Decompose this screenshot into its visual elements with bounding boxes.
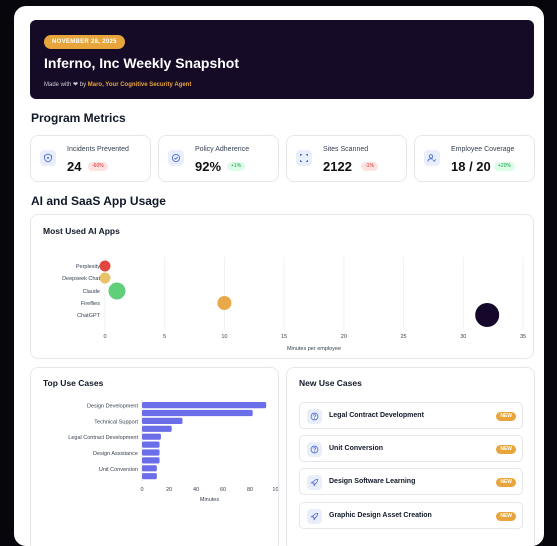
x-axis-label: Minutes — [200, 497, 220, 503]
y-tick-label: Perplexity — [76, 264, 100, 270]
metric-label: Employee Coverage — [451, 146, 515, 153]
y-tick-label: Deepseek Chat — [62, 276, 100, 282]
top-use-cases-chart: Design Development Technical Support Legal… — [68, 400, 278, 503]
x-tick-label: 100 — [272, 487, 278, 493]
x-tick-label: 0 — [140, 487, 143, 493]
x-tick-label: 20 — [166, 487, 172, 493]
date-badge: NOVEMBER 28, 2025 — [44, 35, 125, 49]
made-with-line: Made with ❤ by Maro, Your Cognitive Secu… — [44, 81, 191, 88]
agent-name: Maro, Your Cognitive Security Agent — [87, 82, 192, 88]
new-use-cases-card: New Use Cases Legal Contract Development… — [286, 367, 535, 546]
most-used-ai-apps-title: Most Used AI Apps — [43, 226, 120, 236]
bar — [142, 457, 160, 464]
x-tick-label: 5 — [163, 334, 166, 340]
by-text: by — [79, 82, 87, 88]
scatter-point — [99, 260, 111, 272]
y-tick-label: Legal Contract Development — [68, 435, 138, 441]
scatter-point — [475, 303, 500, 327]
scatter-point — [99, 272, 111, 284]
y-tick-label: Technical Support — [94, 419, 138, 425]
bar — [142, 402, 267, 409]
user-check-icon — [424, 150, 440, 166]
y-tick-label: Fireflies — [81, 301, 101, 307]
check-circle-icon — [168, 150, 184, 166]
x-tick-label: 25 — [401, 334, 407, 340]
x-tick-label: 10 — [221, 334, 227, 340]
bar — [142, 473, 157, 480]
program-metrics-title: Program Metrics — [31, 111, 126, 125]
made-with-prefix: Made with — [44, 82, 72, 88]
metric-value: 92% — [195, 159, 222, 174]
x-tick-label: 40 — [193, 487, 199, 493]
report-header: NOVEMBER 28, 2025 Inferno, Inc Weekly Sn… — [30, 20, 534, 99]
most-used-ai-apps-card: Most Used AI Apps 0 5 10 15 20 25 30 35 Perplexi… — [30, 214, 534, 359]
question-icon — [307, 409, 322, 424]
new-badge: NEW — [496, 512, 516, 521]
y-tick-label: ChatGPT — [77, 313, 101, 319]
metric-label: Sites Scanned — [323, 146, 369, 153]
x-tick-label: 20 — [341, 334, 347, 340]
new-use-case-label: Legal Contract Development — [329, 412, 424, 419]
top-use-cases-card: Top Use Cases Design Development Technica… — [30, 367, 279, 546]
y-tick-label: Unit Conversion — [99, 467, 138, 473]
x-tick-label: 60 — [220, 487, 226, 493]
x-tick-label: 15 — [281, 334, 287, 340]
bar — [142, 465, 157, 472]
new-badge: NEW — [496, 445, 516, 454]
report-page: NOVEMBER 28, 2025 Inferno, Inc Weekly Sn… — [14, 6, 544, 546]
rocket-icon — [307, 509, 322, 524]
metric-card-incidents: Incidents Prevented 24 -60% — [30, 135, 151, 182]
new-badge: NEW — [496, 412, 516, 421]
new-use-case-item[interactable]: Design Software Learning NEW — [299, 468, 523, 495]
metric-card-sites: Sites Scanned 2122 -1% — [286, 135, 407, 182]
scan-frame-icon — [296, 150, 312, 166]
top-use-cases-title: Top Use Cases — [43, 378, 104, 388]
rocket-icon — [307, 475, 322, 490]
metric-card-policy: Policy Adherence 92% +1% — [158, 135, 279, 182]
x-tick-label: 35 — [520, 334, 526, 340]
y-tick-label: Design Assistance — [93, 451, 138, 457]
new-use-cases-title: New Use Cases — [299, 378, 362, 388]
metric-change-badge: -60% — [88, 162, 108, 171]
new-use-case-item[interactable]: Legal Contract Development NEW — [299, 402, 523, 429]
new-badge: NEW — [496, 478, 516, 487]
metric-change-badge: +1% — [227, 162, 246, 171]
new-use-case-label: Graphic Design Asset Creation — [329, 512, 432, 519]
new-use-case-item[interactable]: Unit Conversion NEW — [299, 435, 523, 462]
bar — [142, 449, 160, 456]
bar — [142, 441, 160, 448]
x-tick-label: 80 — [247, 487, 253, 493]
new-use-case-label: Design Software Learning — [329, 478, 416, 485]
most-used-ai-apps-chart: 0 5 10 15 20 25 30 35 Perplexity Deepseek Chat Cla… — [62, 257, 526, 352]
metric-change-badge: +20% — [494, 162, 515, 171]
x-tick-label: 30 — [460, 334, 466, 340]
metric-value: 24 — [67, 159, 82, 174]
ai-saas-usage-title: AI and SaaS App Usage — [31, 194, 166, 208]
x-axis-label: Minutes per employee — [287, 346, 341, 352]
bar — [142, 417, 183, 424]
metric-value: 2122 — [323, 159, 352, 174]
new-use-case-item[interactable]: Graphic Design Asset Creation NEW — [299, 502, 523, 529]
scatter-point — [217, 296, 232, 310]
report-title: Inferno, Inc Weekly Snapshot — [44, 55, 240, 71]
question-icon — [307, 442, 322, 457]
metric-change-badge: -1% — [361, 162, 378, 171]
bar — [142, 425, 172, 432]
bar — [142, 433, 161, 440]
scatter-point — [108, 282, 126, 300]
new-use-case-label: Unit Conversion — [329, 445, 384, 452]
bar — [142, 409, 253, 417]
metric-value: 18 / 20 — [451, 159, 491, 174]
x-tick-label: 0 — [103, 334, 106, 340]
metric-label: Policy Adherence — [195, 146, 250, 153]
y-tick-label: Design Development — [87, 404, 139, 410]
shield-icon — [40, 150, 56, 166]
heart-icon: ❤ — [73, 82, 79, 88]
y-tick-label: Claude — [83, 289, 100, 295]
metric-card-coverage: Employee Coverage 18 / 20 +20% — [414, 135, 535, 182]
metric-label: Incidents Prevented — [67, 146, 129, 153]
